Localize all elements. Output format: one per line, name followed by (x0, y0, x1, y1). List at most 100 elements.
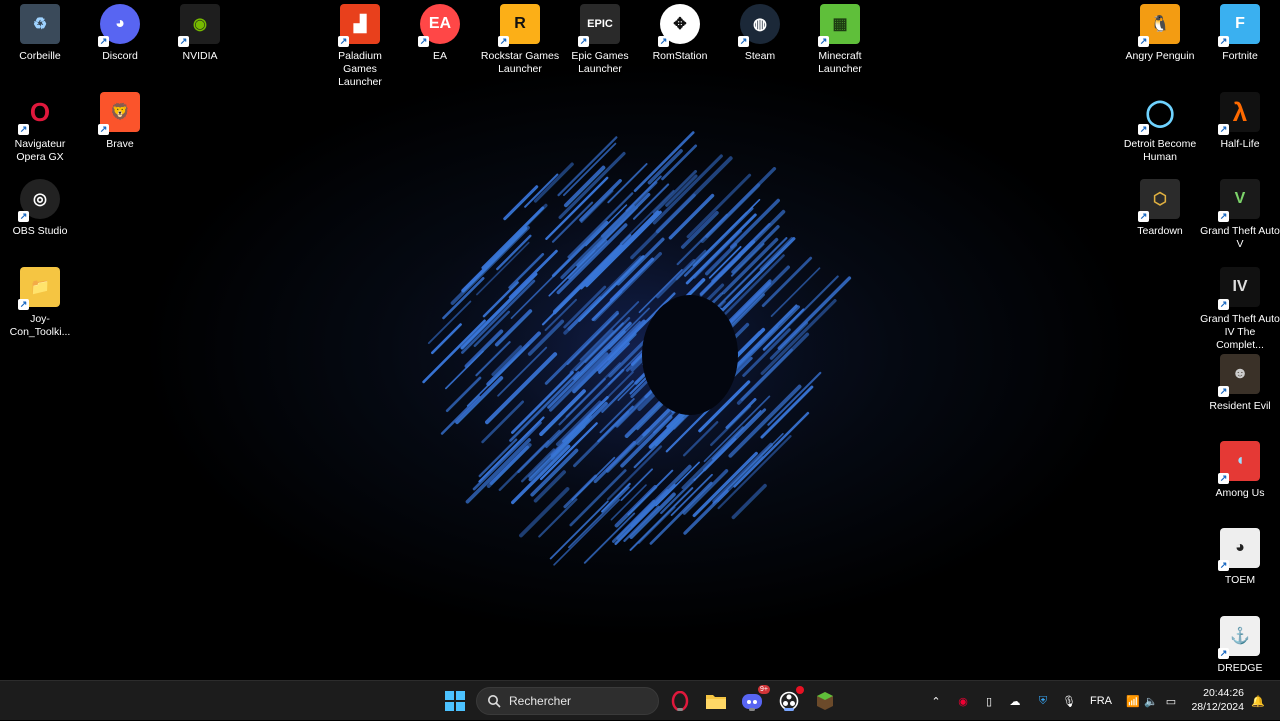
folder-icon: 📁 ↗ (18, 267, 60, 310)
recording-dot (796, 686, 804, 694)
shortcut-arrow-icon: ↗ (1218, 211, 1229, 222)
shortcut-arrow-icon: ↗ (18, 124, 29, 135)
tray-app-1[interactable]: ◉ (954, 681, 972, 721)
fortnite-icon: F ↗ (1218, 4, 1260, 47)
tray-battery[interactable]: ▭ (1162, 681, 1180, 721)
desktop-icon-nvidia[interactable]: ◉ ↗ NVIDIA (160, 4, 240, 63)
desktop-icon-obs[interactable]: ◎ ↗ OBS Studio (0, 179, 80, 238)
shortcut-arrow-icon: ↗ (1218, 299, 1229, 310)
desktop-icon-recycle-bin[interactable]: ♻ Corbeille (0, 4, 80, 63)
shortcut-arrow-icon: ↗ (1218, 386, 1229, 397)
desktop-icon-gta-iv[interactable]: IV ↗ Grand Theft Auto IV The Complet... (1200, 267, 1280, 352)
desktop-icon-toem[interactable]: ◕ ↗ TOEM (1200, 528, 1280, 587)
toem-icon: ◕ ↗ (1218, 528, 1260, 571)
detroit-icon: ◯ ↗ (1138, 92, 1180, 135)
desktop-icon-paladium[interactable]: ▟ ↗ Paladium Games Launcher (320, 4, 400, 89)
ea-icon: EA ↗ (418, 4, 460, 47)
desktop-icon-label: Corbeille (19, 50, 61, 62)
resident-evil-icon: ☻ ↗ (1218, 354, 1260, 397)
taskbar-opera-gx[interactable] (668, 689, 692, 713)
icon-glyph: ▟ (353, 16, 367, 33)
desktop-icon-opera-gx[interactable]: O ↗ Navigateur Opera GX (0, 92, 80, 164)
desktop-icon-ea[interactable]: EA ↗ EA (400, 4, 480, 63)
shortcut-arrow-icon: ↗ (18, 299, 29, 310)
half-life-icon: λ ↗ (1218, 92, 1260, 135)
brave-icon: 🦁 ↗ (98, 92, 140, 135)
desktop-icon-among-us[interactable]: ◖ ↗ Among Us (1200, 441, 1280, 500)
desktop-icon-fortnite[interactable]: F ↗ Fortnite (1200, 4, 1280, 63)
desktop-icon-label: Resident Evil (1209, 400, 1271, 412)
desktop-icon-gta-v[interactable]: V ↗ Grand Theft Auto V (1200, 179, 1280, 251)
shortcut-arrow-icon: ↗ (98, 124, 109, 135)
desktop-icon-dredge[interactable]: ⚓ ↗ DREDGE (1200, 616, 1280, 675)
desktop-icon-minecraft[interactable]: ▦ ↗ Minecraft Launcher (800, 4, 880, 76)
icon-glyph: F (1235, 15, 1245, 32)
desktop-icon-steam[interactable]: ◍ ↗ Steam (720, 4, 800, 63)
search-box[interactable]: Rechercher (476, 687, 659, 715)
taskbar-minecraft[interactable] (813, 689, 837, 713)
icon-glyph: IV (1232, 278, 1248, 295)
recycle-bin-icon: ♻ (20, 4, 60, 44)
start-button[interactable] (443, 689, 467, 713)
icon-glyph: ⚓ (1230, 628, 1250, 645)
shortcut-arrow-icon: ↗ (1218, 560, 1229, 571)
desktop-icon-label: Rockstar Games Launcher (480, 50, 560, 75)
gta-iv-icon: IV ↗ (1218, 267, 1260, 310)
running-indicator (749, 708, 755, 711)
icon-glyph: EPIC (587, 18, 613, 30)
icon-glyph: ◖ (1235, 452, 1245, 469)
icon-glyph: ◯ (1145, 96, 1175, 127)
desktop-icon-discord[interactable]: ◕ ↗ Discord (80, 4, 160, 63)
tray-network[interactable]: 📶 (1124, 681, 1142, 721)
taskbar-discord[interactable]: 9+ (740, 685, 770, 713)
icon-glyph: EA (428, 15, 452, 32)
shortcut-arrow-icon: ↗ (658, 36, 669, 47)
shortcut-arrow-icon: ↗ (178, 36, 189, 47)
rockstar-icon: R ↗ (498, 4, 540, 47)
desktop-icon-label: Grand Theft Auto V (1200, 225, 1280, 250)
tray-onedrive[interactable]: ☁ (1006, 681, 1024, 721)
shortcut-arrow-icon: ↗ (18, 211, 29, 222)
microphone-icon: 🎙 (1062, 695, 1076, 708)
desktop-icon-label: Among Us (1215, 487, 1265, 499)
tray-security[interactable]: ⛨ (1034, 681, 1052, 721)
paladium-icon: ▟ ↗ (338, 4, 380, 47)
desktop-icon-penguin[interactable]: 🐧 ↗ Angry Penguin (1120, 4, 1200, 63)
desktop-icon-label: NVIDIA (182, 50, 218, 62)
icon-glyph: 🦁 (110, 104, 130, 121)
desktop-icon-label: Fortnite (1222, 50, 1258, 62)
notifications-button[interactable]: 🔔 (1250, 681, 1266, 721)
gta-v-icon: V ↗ (1218, 179, 1260, 222)
shortcut-arrow-icon: ↗ (1138, 36, 1149, 47)
desktop-icon-label: DREDGE (1217, 662, 1263, 674)
icon-glyph: 📁 (30, 279, 50, 296)
icon-glyph: ◎ (33, 191, 47, 208)
input-language[interactable]: FRA (1088, 681, 1114, 721)
icon-glyph: V (1234, 190, 1246, 207)
desktop-icon-label: Teardown (1137, 225, 1183, 237)
show-hidden-icons[interactable]: ⌃ (928, 681, 944, 721)
desktop-icon-rockstar[interactable]: R ↗ Rockstar Games Launcher (480, 4, 560, 76)
taskbar-obs-studio[interactable] (777, 686, 804, 713)
icon-glyph: ☻ (1231, 365, 1249, 382)
tray-microphone[interactable]: 🎙 (1060, 681, 1078, 721)
shortcut-arrow-icon: ↗ (98, 36, 109, 47)
tray-app-icon: ◉ (958, 695, 968, 708)
desktop-icon-resident-evil[interactable]: ☻ ↗ Resident Evil (1200, 354, 1280, 413)
desktop-icon-half-life[interactable]: λ ↗ Half-Life (1200, 92, 1280, 151)
desktop-icon-epic-games[interactable]: EPIC ↗ Epic Games Launcher (560, 4, 640, 76)
shortcut-arrow-icon: ↗ (498, 36, 509, 47)
taskbar-file-explorer[interactable] (704, 689, 728, 713)
desktop-icon-teardown[interactable]: ⬡ ↗ Teardown (1120, 179, 1200, 238)
desktop-icon-brave[interactable]: 🦁 ↗ Brave (80, 92, 160, 151)
tray-volume[interactable]: 🔈 (1142, 681, 1160, 721)
running-indicator (677, 708, 683, 711)
desktop-icon-detroit[interactable]: ◯ ↗ Detroit Become Human (1120, 92, 1200, 164)
romstation-icon: ✥ ↗ (658, 4, 700, 47)
desktop-icon-romstation[interactable]: ✥ ↗ RomStation (640, 4, 720, 63)
desktop-icon-label: Discord (102, 50, 138, 62)
desktop-icon-folder[interactable]: 📁 ↗ Joy-Con_Toolki... (0, 267, 80, 339)
icon-glyph: ◉ (193, 16, 207, 33)
tray-usb[interactable]: ▯ (982, 681, 996, 721)
clock[interactable]: 20:44:26 28/12/2024 (1191, 686, 1244, 714)
